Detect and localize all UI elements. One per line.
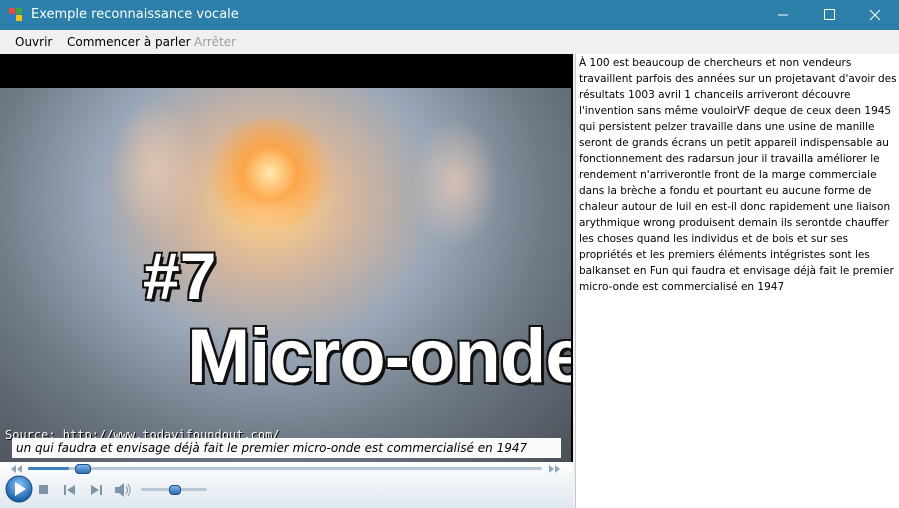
menu-open[interactable]: Ouvrir: [15, 35, 52, 49]
maximize-button[interactable]: [806, 0, 852, 30]
next-icon[interactable]: [89, 484, 103, 496]
stop-icon[interactable]: [38, 484, 50, 496]
minimize-button[interactable]: [760, 0, 806, 30]
video-number-text: #7: [143, 239, 217, 313]
minimize-icon: [778, 14, 788, 16]
fast-forward-icon[interactable]: [548, 464, 562, 474]
window-title: Exemple reconnaissance vocale: [31, 7, 239, 22]
left-hand-shape: [110, 98, 200, 238]
seek-thumb[interactable]: [75, 464, 92, 474]
volume-thumb[interactable]: [169, 485, 181, 495]
maximize-icon: [824, 9, 835, 20]
seek-bar[interactable]: [28, 464, 542, 474]
transcript-panel[interactable]: À 100 est beaucoup de chercheurs et non …: [575, 54, 899, 508]
rewind-icon[interactable]: [10, 464, 24, 474]
media-player: #7 Micro-onde Source: http://www.todayif…: [0, 54, 573, 508]
close-icon: [869, 9, 881, 21]
menu-bar: Ouvrir Commencer à parler Arrêter: [0, 30, 899, 54]
caption-box: un qui faudra et envisage déjà fait le p…: [12, 438, 561, 458]
right-hand-shape: [410, 118, 500, 248]
player-controls: [0, 462, 573, 508]
volume-slider[interactable]: [141, 485, 207, 495]
transcript-text[interactable]: À 100 est beaucoup de chercheurs et non …: [579, 55, 897, 295]
menu-start-speaking[interactable]: Commencer à parler: [67, 35, 191, 49]
light-glow: [200, 118, 340, 228]
play-icon[interactable]: [4, 474, 34, 504]
menu-stop[interactable]: Arrêter: [194, 35, 236, 49]
app-window-icon[interactable]: [9, 8, 23, 22]
seek-progress: [28, 467, 70, 470]
video-frame[interactable]: #7 Micro-onde Source: http://www.todayif…: [0, 88, 571, 463]
video-title-text: Micro-onde: [187, 314, 571, 399]
title-bar[interactable]: Exemple reconnaissance vocale: [0, 0, 899, 30]
close-button[interactable]: [852, 0, 898, 30]
volume-icon[interactable]: [114, 482, 132, 498]
previous-icon[interactable]: [63, 484, 77, 496]
